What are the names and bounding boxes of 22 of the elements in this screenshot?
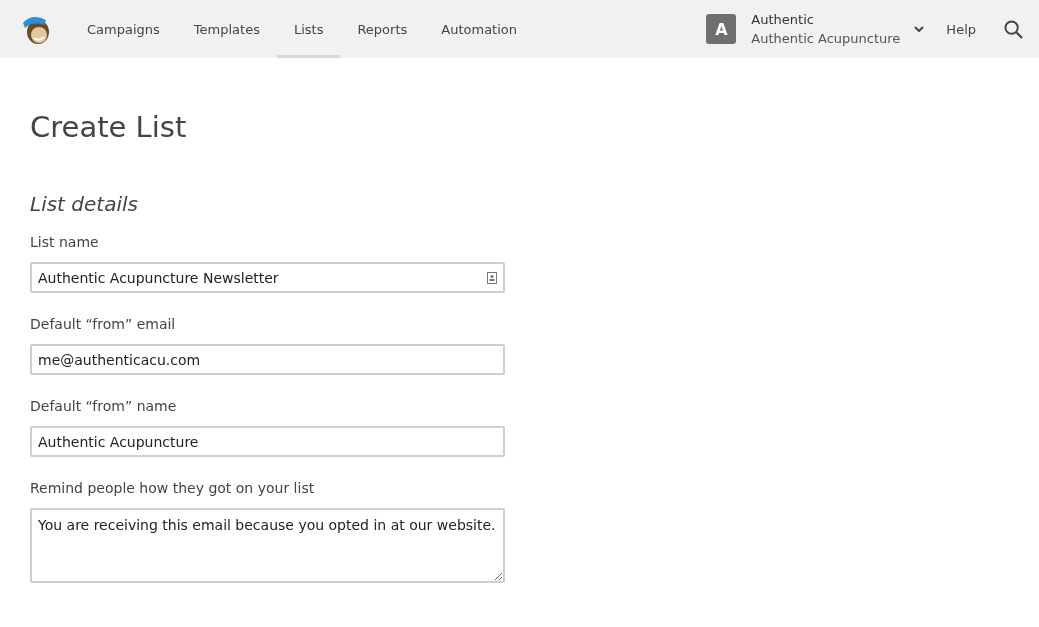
account-avatar[interactable]: A [706, 14, 737, 44]
nav-tab[interactable]: Lists [276, 0, 341, 58]
field-label: Default “from” email [30, 316, 177, 332]
chevron-down-icon[interactable] [914, 26, 925, 32]
nav-tab[interactable]: Reports [340, 0, 425, 58]
page-title: Create List [30, 110, 188, 144]
text-field[interactable]: me@authenticacu.com [30, 344, 505, 375]
field-label: Default “from” name [30, 398, 178, 414]
text-field[interactable]: Authentic Acupuncture Newsletter [30, 262, 505, 293]
nav-tab[interactable]: Templates [176, 0, 277, 58]
account-organization[interactable]: Authentic Acupuncture [751, 29, 901, 48]
field-label: Remind people how they got on your list [30, 480, 316, 496]
text-field[interactable]: Authentic Acupuncture [30, 426, 505, 457]
help-link[interactable]: Help [946, 21, 976, 37]
nav-tab[interactable]: Automation [424, 0, 534, 58]
contact-card-icon[interactable] [487, 272, 497, 284]
section-heading: List details [30, 192, 139, 216]
field-label: List name [30, 234, 100, 250]
search-icon[interactable] [1004, 19, 1023, 39]
nav-tab[interactable]: Campaigns [84, 0, 177, 58]
text-area[interactable]: You are receiving this email because you opted in at our website. [30, 508, 505, 583]
account-name[interactable]: Authentic [751, 10, 901, 29]
